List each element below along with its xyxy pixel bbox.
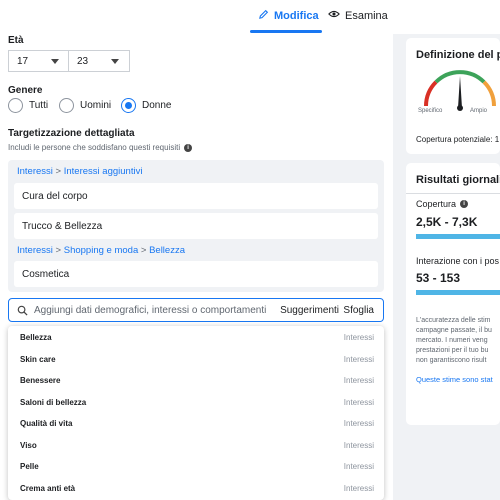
search-input[interactable]: Aggiungi dati demografici, interessi o c… [34, 305, 266, 316]
breadcrumb-link[interactable]: Interessi aggiuntivi [64, 166, 143, 177]
radio-button[interactable] [8, 98, 23, 113]
interest-item[interactable]: Cura del corpo [14, 183, 378, 209]
breadcrumb: Interessi > Shopping e moda > Bellezza [17, 245, 185, 256]
gender-option-men[interactable]: Uomini [59, 98, 111, 113]
radio-button-selected[interactable] [121, 98, 136, 113]
disclaimer-line: L'accuratezza delle stim [416, 317, 491, 324]
browse-button[interactable]: Sfoglia [343, 305, 374, 316]
suggestion-type: Interessi [343, 441, 374, 450]
breadcrumb-link[interactable]: Interessi [17, 245, 53, 256]
eye-icon [328, 9, 340, 22]
potential-reach: Copertura potenziale: 1 [416, 135, 500, 144]
gender-option-all[interactable]: Tutti [8, 98, 48, 113]
list-item[interactable]: Bellezza Interessi [20, 333, 374, 342]
tab-review-label: Esamina [345, 9, 388, 22]
age-max-select[interactable]: 23 [68, 50, 130, 72]
interest-label: Cura del corpo [22, 190, 88, 202]
breadcrumb: Interessi > Interessi aggiuntivi [17, 166, 143, 177]
search-icon [17, 305, 28, 316]
estimates-link[interactable]: Queste stime sono stat [416, 375, 493, 384]
gauge-label-specific: Specifico [418, 108, 443, 114]
suggestions-dropdown [8, 326, 384, 500]
breadcrumb-link[interactable]: Bellezza [149, 245, 185, 256]
daily-results-card: Risultati giornalie Copertura i 2,5K - 7… [406, 163, 500, 425]
top-tab-bar: Modifica Esamina [0, 0, 500, 34]
suggestion-name: Crema anti età [20, 484, 76, 493]
reach-label: Copertura [416, 199, 457, 209]
targeting-search-field[interactable]: Aggiungi dati demografici, interessi o c… [8, 298, 384, 322]
interest-item[interactable]: Cosmetica [14, 261, 378, 287]
divider [406, 193, 500, 194]
tab-edit[interactable]: Modifica [258, 9, 319, 23]
list-item[interactable]: Crema anti età Interessi [20, 484, 374, 493]
suggestion-type: Interessi [343, 355, 374, 364]
suggestion-type: Interessi [343, 398, 374, 407]
gender-option-label: Uomini [80, 100, 112, 111]
pencil-icon [258, 9, 269, 23]
disclaimer-line: campagne passate, il bu [416, 327, 492, 334]
info-icon[interactable]: i [460, 200, 469, 208]
suggestion-name: Benessere [20, 376, 61, 385]
interest-label: Trucco & Bellezza [22, 220, 103, 232]
interest-item[interactable]: Trucco & Bellezza [14, 213, 378, 239]
suggestion-type: Interessi [343, 462, 374, 471]
gender-label: Genere [8, 85, 43, 96]
detailed-targeting-title: Targetizzazione dettagliata [8, 128, 135, 139]
detailed-targeting-subtitle: Includi le persone che soddisfano questi… [8, 143, 181, 152]
chevron-down-icon [51, 59, 59, 64]
list-item[interactable]: Qualità di vita Interessi [20, 419, 374, 428]
list-item[interactable]: Saloni di bellezza Interessi [20, 398, 374, 407]
suggestion-type: Interessi [343, 333, 374, 342]
list-item[interactable]: Skin care Interessi [20, 355, 374, 364]
suggestion-name: Pelle [20, 462, 39, 471]
reach-label-row: Copertura i [416, 199, 469, 209]
disclaimer-line: prestazioni per il tuo bu [416, 347, 489, 354]
age-max-value: 23 [77, 55, 89, 67]
gender-option-label: Donne [142, 100, 172, 111]
daily-results-title: Risultati giornalie [416, 174, 500, 186]
disclaimer-line: non garantiscono risult [416, 357, 487, 364]
gauge-label-broad: Ampio [470, 108, 488, 114]
suggestion-name: Qualità di vita [20, 419, 73, 428]
gender-option-women[interactable]: Donne [121, 98, 171, 113]
interaction-label: Interazione con i pos [416, 256, 500, 266]
breadcrumb-link[interactable]: Interessi [17, 166, 53, 177]
suggestion-name: Viso [20, 441, 37, 450]
gender-option-label: Tutti [29, 100, 49, 111]
tab-edit-label: Modifica [274, 10, 319, 22]
list-item[interactable]: Benessere Interessi [20, 376, 374, 385]
suggestion-name: Skin care [20, 355, 56, 364]
disclaimer-line: mercato. I numeri veng [416, 337, 488, 344]
age-min-value: 17 [17, 55, 29, 67]
list-item[interactable]: Viso Interessi [20, 441, 374, 450]
suggestion-name: Saloni di bellezza [20, 398, 87, 407]
age-label: Età [8, 35, 24, 46]
age-min-select[interactable]: 17 [8, 50, 70, 72]
breadcrumb-link[interactable]: Shopping e moda [64, 245, 138, 256]
chevron-down-icon [111, 59, 119, 64]
info-icon[interactable]: i [184, 143, 193, 152]
detailed-targeting-subtitle-row: Includi le persone che soddisfano questi… [8, 143, 193, 152]
reach-bar [416, 234, 500, 239]
suggestions-button[interactable]: Suggerimenti [280, 305, 339, 316]
suggestion-name: Bellezza [20, 333, 52, 342]
suggestion-type: Interessi [343, 484, 374, 493]
reach-value: 2,5K - 7,3K [416, 215, 478, 229]
tab-review[interactable]: Esamina [328, 9, 388, 22]
list-item[interactable]: Pelle Interessi [20, 462, 374, 471]
suggestion-type: Interessi [343, 419, 374, 428]
radio-button[interactable] [59, 98, 74, 113]
interest-label: Cosmetica [22, 268, 70, 280]
audience-definition-title: Definizione del pu [416, 49, 500, 61]
interaction-value: 53 - 153 [416, 271, 461, 285]
active-tab-indicator [250, 30, 322, 33]
audience-definition-card: Definizione del pu Specifico Ampio Coper… [406, 38, 500, 154]
interaction-bar [416, 290, 500, 295]
suggestion-type: Interessi [343, 376, 374, 385]
